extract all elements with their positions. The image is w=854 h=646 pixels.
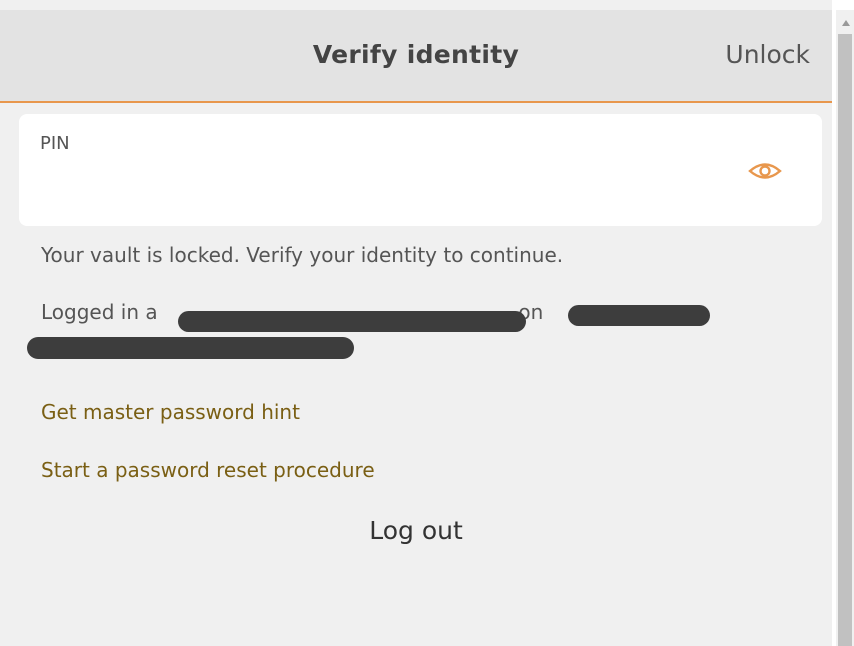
redaction-email bbox=[178, 311, 526, 332]
pin-input[interactable] bbox=[40, 170, 744, 206]
logged-in-prefix: Logged in a bbox=[41, 300, 158, 324]
unlock-button[interactable]: Unlock bbox=[725, 40, 810, 69]
redaction-server bbox=[568, 305, 710, 326]
master-password-hint-link[interactable]: Get master password hint bbox=[41, 400, 300, 424]
pin-field-box: PIN bbox=[19, 114, 822, 226]
scrollbar-thumb[interactable] bbox=[838, 34, 852, 646]
log-out-button[interactable]: Log out bbox=[0, 516, 832, 545]
eye-icon[interactable] bbox=[747, 156, 783, 186]
header-bar: Verify identity Unlock bbox=[0, 10, 832, 103]
scroll-up-arrow-icon[interactable] bbox=[842, 20, 850, 26]
page-title: Verify identity bbox=[312, 40, 520, 69]
pin-label: PIN bbox=[40, 133, 70, 154]
locked-message: Your vault is locked. Verify your identi… bbox=[41, 243, 564, 267]
redaction-server-line2 bbox=[27, 337, 354, 359]
password-reset-link[interactable]: Start a password reset procedure bbox=[41, 458, 375, 482]
unlock-popup: Verify identity Unlock PIN Your vault is… bbox=[0, 0, 832, 646]
